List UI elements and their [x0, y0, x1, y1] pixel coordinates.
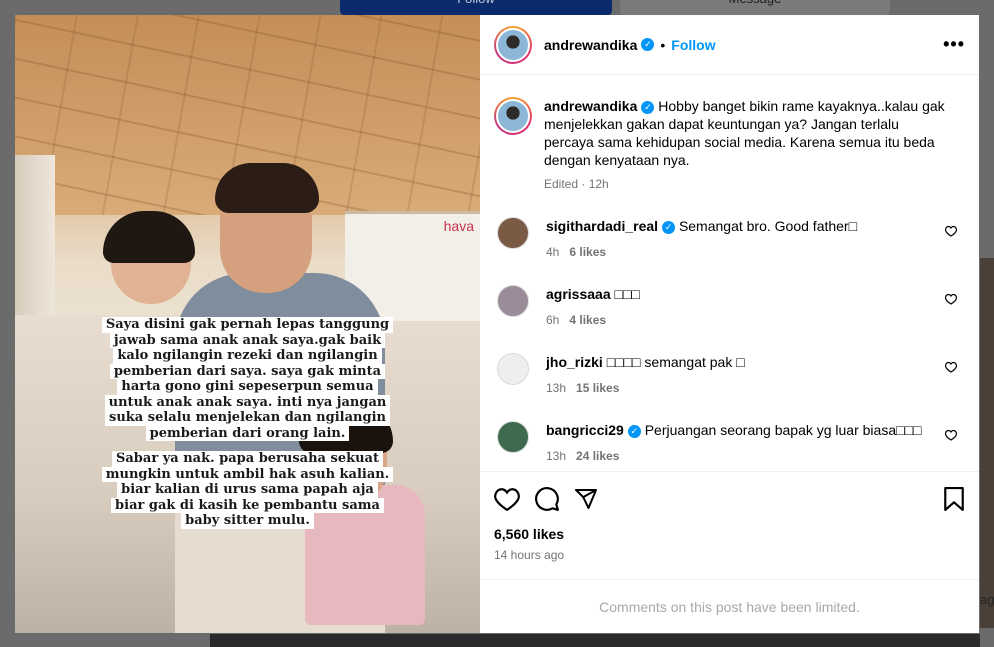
comment-text: Semangat bro. Good father□	[678, 218, 858, 234]
verified-badge-icon: ✓	[627, 424, 641, 438]
post-modal: hava Saya disini gak pernah lepas tanggu…	[15, 15, 979, 633]
overlay-line: jawab sama anak anak saya.gak baik	[109, 332, 386, 348]
background-post-tile: ag	[980, 258, 994, 628]
comment-text: □□□	[614, 286, 640, 302]
post-caption: andrewandika ✓ Hobby banget bikin rame ka…	[494, 97, 965, 193]
comment-icon[interactable]	[534, 486, 560, 512]
comment-item: bangricci29 ✓ Perjuangan seorang bapak yg…	[494, 421, 965, 465]
comment-time[interactable]: 4h	[546, 245, 559, 259]
overlay-line: biar gak di kasih ke pembantu sama	[111, 497, 384, 513]
comment-item: jho_rizki □□□□ semangat pak □ 13h 15 like…	[494, 353, 965, 397]
comments-section: andrewandika ✓ Hobby banget bikin rame ka…	[480, 75, 979, 471]
overlay-line: harta gono gini sepeserpun semua	[117, 379, 378, 395]
commenter-avatar[interactable]	[497, 353, 529, 385]
caption-edited: Edited	[544, 177, 579, 191]
bookmark-icon[interactable]	[943, 487, 965, 511]
comments-limited-notice: Comments on this post have been limited.	[480, 579, 979, 633]
verified-badge-icon: ✓	[641, 100, 655, 114]
post-details-panel: andrewandika ✓ • Follow ••• andrewandika…	[480, 15, 979, 633]
commenter-username[interactable]: jho_rizki	[546, 354, 603, 370]
image-text-overlay: Saya disini gak pernah lepas tanggung ja…	[15, 317, 480, 529]
comment-meta: 6h 4 likes	[546, 311, 926, 329]
author-username[interactable]: andrewandika	[544, 37, 637, 53]
background-tile-text: ag	[980, 592, 994, 607]
comment-likes[interactable]: 6 likes	[569, 245, 606, 259]
caption-author-avatar[interactable]	[494, 97, 532, 135]
comment-time[interactable]: 6h	[546, 313, 559, 327]
author-avatar-image	[496, 27, 530, 62]
image-man-hair	[215, 163, 319, 213]
caption-separator: ·	[578, 177, 589, 191]
comment-like-heart-icon[interactable]	[945, 361, 957, 373]
verified-badge-icon: ✓	[641, 38, 655, 51]
comment-body: agrissaaa □□□ 6h 4 likes	[546, 285, 926, 329]
caption-meta: Edited · 12h	[544, 175, 950, 193]
likes-count[interactable]: 6,560 likes	[494, 526, 965, 542]
verified-badge-icon: ✓	[662, 220, 676, 234]
caption-author-avatar-image	[496, 99, 530, 133]
overlay-line: kalo ngilangin rezeki dan ngilangin	[113, 348, 382, 364]
comment-meta: 4h 6 likes	[546, 243, 926, 261]
comment-text: □□□□ semangat pak □	[606, 354, 745, 370]
comment-time[interactable]: 13h	[546, 449, 566, 463]
share-icon[interactable]	[574, 487, 598, 511]
commenter-avatar[interactable]	[497, 421, 529, 453]
comment-list: sigithardadi_real ✓ Semangat bro. Good fa…	[494, 217, 965, 465]
like-heart-icon[interactable]	[494, 487, 520, 511]
caption-content: andrewandika ✓ Hobby banget bikin rame ka…	[544, 97, 950, 193]
overlay-line: untuk anak anak saya. inti nya jangan	[104, 394, 391, 410]
overlay-line: Sabar ya nak. papa berusaha sekuat	[112, 451, 383, 467]
caption-time[interactable]: 12h	[589, 177, 609, 191]
commenter-avatar[interactable]	[497, 285, 529, 317]
post-actions: 6,560 likes 14 hours ago	[480, 471, 979, 579]
more-options-icon[interactable]: •••	[943, 34, 965, 55]
commenter-username[interactable]: agrissaaa	[546, 286, 611, 302]
comment-like-heart-icon[interactable]	[945, 429, 957, 441]
comment-meta: 13h 24 likes	[546, 447, 926, 465]
overlay-line: pemberian dari orang lain.	[145, 425, 350, 441]
comment-likes[interactable]: 24 likes	[576, 449, 619, 463]
post-header: andrewandika ✓ • Follow •••	[480, 15, 979, 75]
comment-item: sigithardadi_real ✓ Semangat bro. Good fa…	[494, 217, 965, 261]
post-timestamp[interactable]: 14 hours ago	[494, 548, 965, 562]
overlay-block-2: Sabar ya nak. papa berusaha sekuat mungk…	[15, 451, 480, 529]
comment-likes[interactable]: 15 likes	[576, 381, 619, 395]
overlay-line: biar kalian di urus sama papah aja	[117, 482, 378, 498]
commenter-avatar[interactable]	[497, 217, 529, 249]
comment-item: agrissaaa □□□ 6h 4 likes	[494, 285, 965, 329]
comment-like-heart-icon[interactable]	[945, 293, 957, 305]
caption-username[interactable]: andrewandika	[544, 98, 637, 114]
comment-likes[interactable]: 4 likes	[569, 313, 606, 327]
overlay-line: suka selalu menjelekan dan ngilangin	[105, 410, 390, 426]
overlay-line: mungkin untuk ambil hak asuh kalian.	[101, 466, 394, 482]
background-follow-button: Follow	[340, 0, 612, 16]
commenter-username[interactable]: sigithardadi_real	[546, 218, 658, 234]
post-image[interactable]: hava Saya disini gak pernah lepas tanggu…	[15, 15, 480, 633]
overlay-line: Saya disini gak pernah lepas tanggung	[101, 317, 394, 333]
overlay-line: pemberian dari saya. saya gak minta	[109, 363, 386, 379]
follow-button[interactable]: Follow	[671, 37, 715, 53]
separator-dot: •	[660, 36, 666, 53]
comment-text: Perjuangan seorang bapak yg luar biasa□□…	[644, 422, 922, 438]
author-avatar[interactable]	[494, 25, 532, 64]
comment-body: jho_rizki □□□□ semangat pak □ 13h 15 like…	[546, 353, 926, 397]
comment-like-heart-icon[interactable]	[945, 225, 957, 237]
background-post-strip	[210, 634, 980, 647]
store-sign: hava	[443, 218, 474, 234]
overlay-line: baby sitter mulu.	[181, 513, 314, 529]
image-baby-hair	[103, 211, 195, 263]
overlay-block-1: Saya disini gak pernah lepas tanggung ja…	[15, 317, 480, 441]
background-message-button: Message	[620, 0, 890, 16]
commenter-username[interactable]: bangricci29	[546, 422, 624, 438]
comment-time[interactable]: 13h	[546, 381, 566, 395]
comment-body: sigithardadi_real ✓ Semangat bro. Good fa…	[546, 217, 926, 261]
action-icons	[494, 484, 965, 514]
comment-meta: 13h 15 likes	[546, 379, 926, 397]
comment-body: bangricci29 ✓ Perjuangan seorang bapak yg…	[546, 421, 926, 465]
